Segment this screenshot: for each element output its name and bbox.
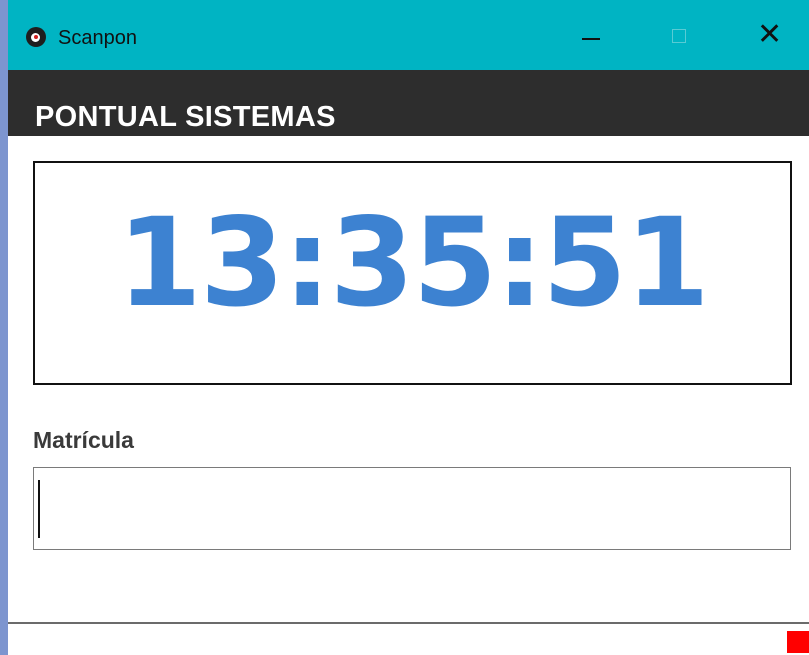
minimize-icon: [582, 38, 600, 40]
matricula-field[interactable]: [33, 467, 791, 550]
close-button[interactable]: ✕: [746, 14, 792, 58]
scanpon-app-icon: [26, 27, 46, 47]
minimize-button[interactable]: [568, 14, 614, 58]
maximize-button[interactable]: [658, 14, 704, 58]
status-bar: [8, 622, 809, 655]
text-caret: [38, 480, 40, 538]
clock-display: 13:35:51: [117, 192, 710, 334]
matricula-label: Matrícula: [33, 427, 134, 453]
title-bar[interactable]: Scanpon ✕: [8, 0, 809, 70]
close-icon: ✕: [757, 18, 783, 51]
window-title: Scanpon: [58, 27, 137, 49]
status-indicator: [787, 631, 809, 653]
matricula-input[interactable]: [34, 468, 790, 549]
app-window: Scanpon ✕ PONTUAL SISTEMAS 13:35:51 Matr…: [8, 0, 809, 655]
brand-title: PONTUAL SISTEMAS: [35, 101, 336, 133]
clock-panel: 13:35:51: [33, 161, 792, 385]
maximize-icon: [672, 29, 686, 43]
brand-header: PONTUAL SISTEMAS: [8, 70, 809, 136]
